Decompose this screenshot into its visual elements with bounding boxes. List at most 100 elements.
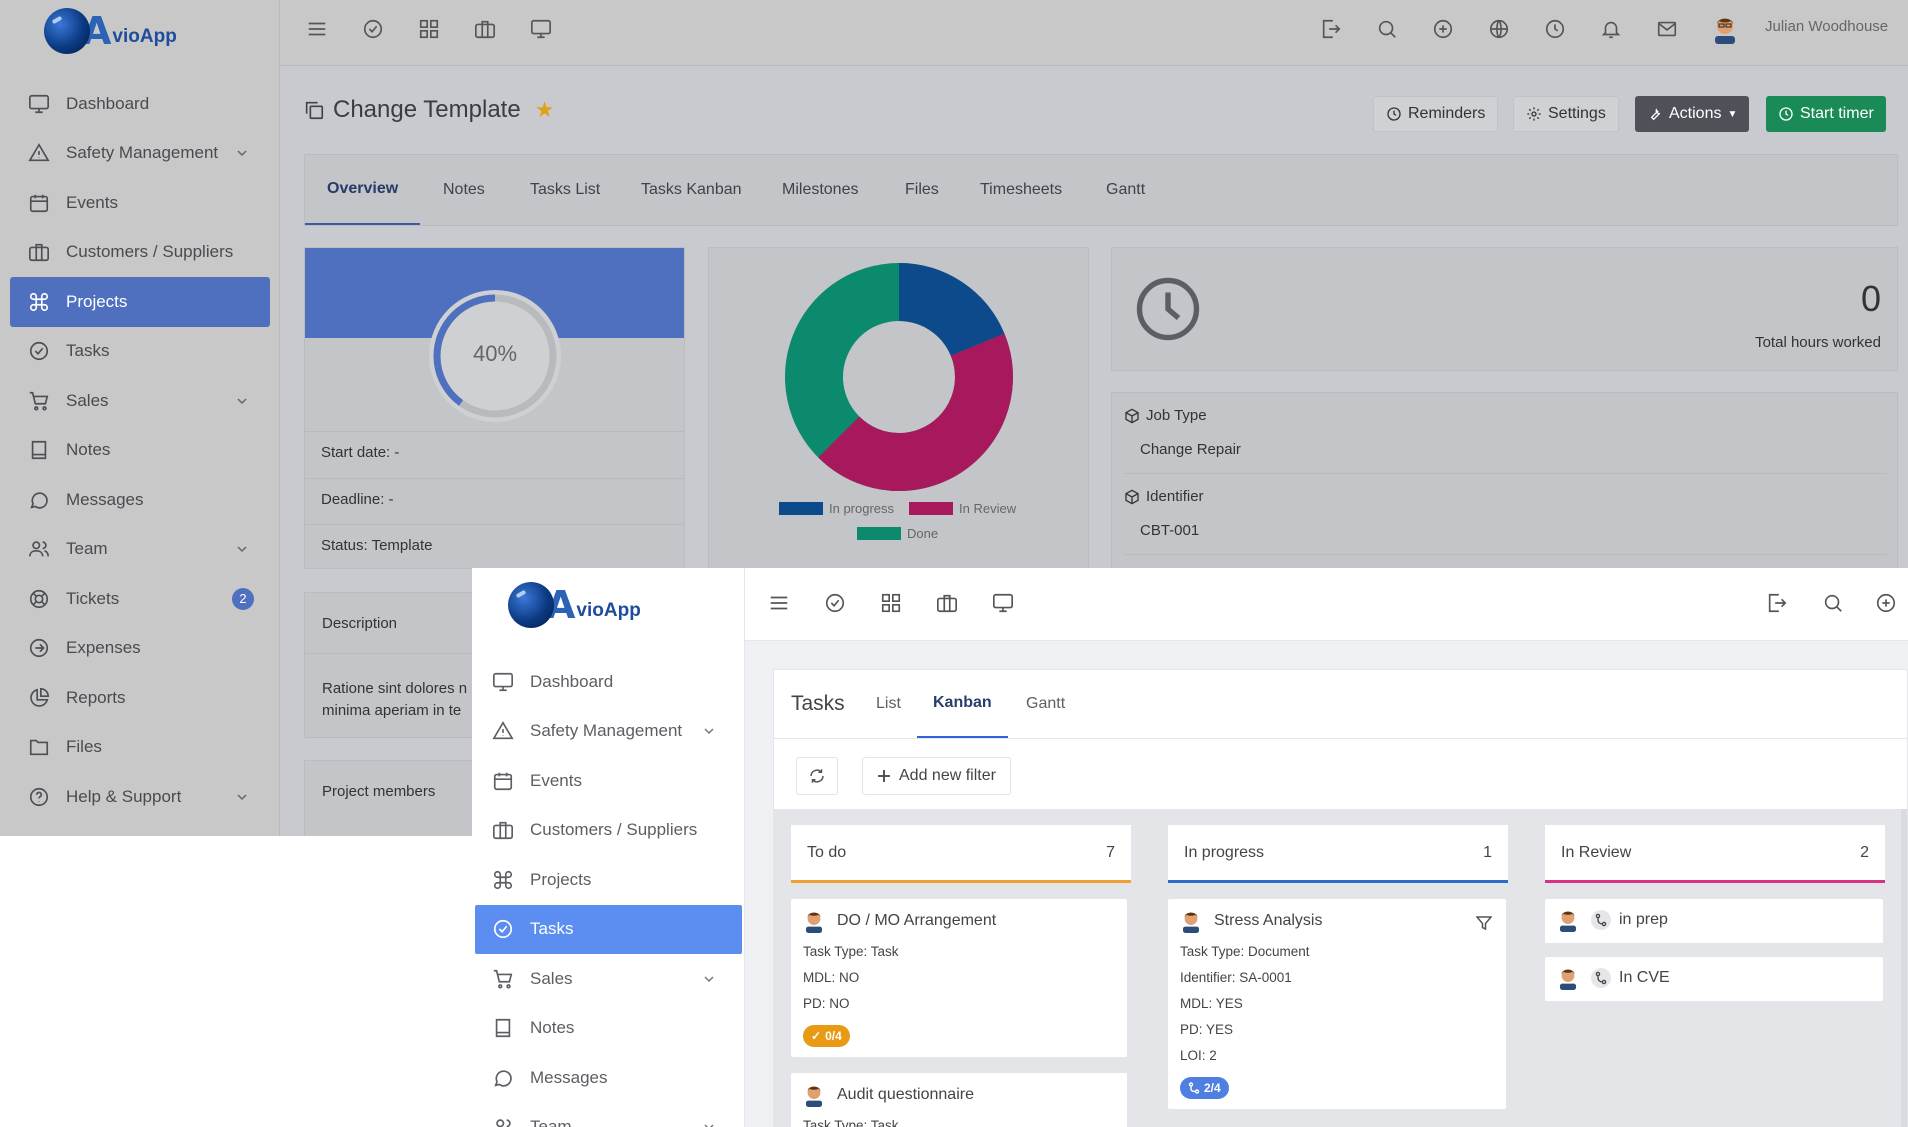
bell-icon[interactable] xyxy=(1600,18,1622,40)
sidebar-item-sales[interactable]: Sales xyxy=(0,376,280,426)
tab-kanban[interactable]: Kanban xyxy=(917,670,1008,738)
sidebar-item-messages[interactable]: Messages xyxy=(472,1053,745,1103)
monitor-icon xyxy=(29,94,49,113)
filter-bar: Add new filter xyxy=(774,739,1907,809)
sidebar-item-customers-suppliers[interactable]: Customers / Suppliers xyxy=(0,228,280,278)
tab-tasks-list[interactable]: Tasks List xyxy=(530,155,600,225)
tab-gantt[interactable]: Gantt xyxy=(1106,155,1145,225)
board-scrollbar[interactable] xyxy=(1901,809,1907,1127)
sidebar-item-tasks[interactable]: Tasks xyxy=(475,904,742,954)
tab-gantt[interactable]: Gantt xyxy=(1026,670,1065,738)
folder-icon xyxy=(29,740,49,756)
task-card[interactable]: Audit questionnaire Task Type: Task xyxy=(791,1073,1127,1127)
sidebar-item-dashboard[interactable]: Dashboard xyxy=(0,79,280,129)
sidebar-item-safety-management[interactable]: Safety Management xyxy=(472,707,745,757)
wrench-icon xyxy=(1650,108,1661,121)
task-card[interactable]: In CVE xyxy=(1545,957,1883,1001)
hours-card: 0 Total hours worked xyxy=(1111,247,1898,371)
task-card[interactable]: in prep xyxy=(1545,899,1883,943)
sidebar-item-notes[interactable]: Notes xyxy=(0,426,280,476)
search-icon[interactable] xyxy=(1822,592,1844,614)
refresh-button[interactable] xyxy=(796,757,838,795)
logout-icon[interactable] xyxy=(1766,592,1788,614)
monitor-icon[interactable] xyxy=(992,592,1014,614)
clock-icon[interactable] xyxy=(1544,18,1566,40)
globe-icon[interactable] xyxy=(1488,18,1510,40)
tab-tasks-kanban[interactable]: Tasks Kanban xyxy=(641,155,742,225)
logout-icon[interactable] xyxy=(1320,18,1342,40)
book-icon xyxy=(495,1019,511,1038)
grid-icon[interactable] xyxy=(880,592,902,614)
menu-icon[interactable] xyxy=(306,18,328,40)
task-card[interactable]: Stress Analysis Task Type: Document Iden… xyxy=(1168,899,1506,1109)
task-card[interactable]: DO / MO Arrangement Task Type: Task MDL:… xyxy=(791,899,1127,1057)
task-title: Stress Analysis xyxy=(1214,912,1323,929)
favorite-star-icon[interactable]: ★ xyxy=(535,97,555,123)
tab-milestones[interactable]: Milestones xyxy=(782,155,858,225)
sidebar-item-safety-management[interactable]: Safety Management xyxy=(0,129,280,179)
plus-circle-icon[interactable] xyxy=(1432,18,1454,40)
project-tabs: Overview Notes Tasks List Tasks Kanban M… xyxy=(304,154,1898,226)
identifier-value: CBT-001 xyxy=(1140,522,1200,539)
sidebar-item-files[interactable]: Files xyxy=(0,723,280,773)
front-topbar xyxy=(745,568,1908,641)
user-avatar xyxy=(806,1086,822,1107)
kanban-column-in-review: In Review 2 in prep In CVE xyxy=(1545,825,1885,1001)
sidebar-item-help-support[interactable]: Help & Support xyxy=(0,772,280,822)
sidebar-item-reports[interactable]: Reports xyxy=(0,673,280,723)
sidebar-item-notes[interactable]: Notes xyxy=(472,1004,745,1054)
sidebar-item-messages[interactable]: Messages xyxy=(0,475,280,525)
grid-icon[interactable] xyxy=(418,18,440,40)
check-circle-icon[interactable] xyxy=(824,592,846,614)
tab-notes[interactable]: Notes xyxy=(443,155,485,225)
tab-timesheets[interactable]: Timesheets xyxy=(980,155,1062,225)
arrow-circle-icon xyxy=(29,639,49,658)
users-icon xyxy=(496,1119,511,1127)
sidebar-item-tickets[interactable]: Tickets 2 xyxy=(0,574,280,624)
clock-icon xyxy=(1387,107,1401,121)
sidebar-item-dashboard[interactable]: Dashboard xyxy=(472,657,745,707)
briefcase-icon[interactable] xyxy=(474,18,496,40)
sidebar-item-events[interactable]: Events xyxy=(472,756,745,806)
sidebar-item-team[interactable]: Team xyxy=(472,1103,745,1127)
check-icon: ✓ xyxy=(811,1029,822,1043)
back-sidebar: A vioApp Dashboard Safety Management Eve… xyxy=(0,0,280,836)
briefcase-icon[interactable] xyxy=(936,592,958,614)
monitor-icon[interactable] xyxy=(530,18,552,40)
sidebar-item-expenses[interactable]: Expenses xyxy=(0,624,280,674)
sidebar-item-customers-suppliers[interactable]: Customers / Suppliers xyxy=(472,806,745,856)
add-filter-button[interactable]: Add new filter xyxy=(862,757,1011,795)
caret-down-icon: ▼ xyxy=(1727,108,1738,120)
check-circle-icon xyxy=(493,920,513,939)
check-circle-icon[interactable] xyxy=(362,18,384,40)
actions-dropdown-button[interactable]: Actions ▼ xyxy=(1635,96,1750,132)
user-avatar xyxy=(1560,911,1576,932)
mail-icon[interactable] xyxy=(1656,18,1678,40)
column-header: In progress 1 xyxy=(1168,825,1508,883)
sidebar-item-projects[interactable]: Projects xyxy=(472,855,745,905)
tab-list[interactable]: List xyxy=(876,670,901,738)
sidebar-item-team[interactable]: Team xyxy=(0,525,280,575)
refresh-icon xyxy=(810,769,824,783)
search-icon[interactable] xyxy=(1376,18,1398,40)
tab-files[interactable]: Files xyxy=(905,155,939,225)
plus-circle-icon[interactable] xyxy=(1875,592,1897,614)
tab-overview[interactable]: Overview xyxy=(305,155,421,225)
checklist-badge: ✓ 0/4 xyxy=(803,1025,850,1047)
sidebar-item-projects[interactable]: Projects xyxy=(10,277,270,327)
sidebar-item-tasks[interactable]: Tasks xyxy=(0,327,280,377)
reminders-button[interactable]: Reminders xyxy=(1373,96,1499,132)
kanban-column-todo: To do 7 DO / MO Arrangement Task Type: T… xyxy=(791,825,1131,1127)
settings-button[interactable]: Settings xyxy=(1513,96,1619,132)
user-avatar[interactable] xyxy=(1712,14,1738,44)
start-timer-button[interactable]: Start timer xyxy=(1766,96,1886,132)
column-count: 1 xyxy=(1483,843,1492,861)
sidebar-item-sales[interactable]: Sales xyxy=(472,954,745,1004)
user-name[interactable]: Julian Woodhouse xyxy=(1765,18,1888,35)
app-logo[interactable]: A vioApp xyxy=(508,582,641,628)
sidebar-item-events[interactable]: Events xyxy=(0,178,280,228)
app-logo[interactable]: A vioApp xyxy=(44,8,177,54)
menu-icon[interactable] xyxy=(768,592,790,614)
filter-icon[interactable] xyxy=(1476,915,1492,931)
tasks-panel: Tasks List Kanban Gantt Add new filter T… xyxy=(773,669,1908,1127)
